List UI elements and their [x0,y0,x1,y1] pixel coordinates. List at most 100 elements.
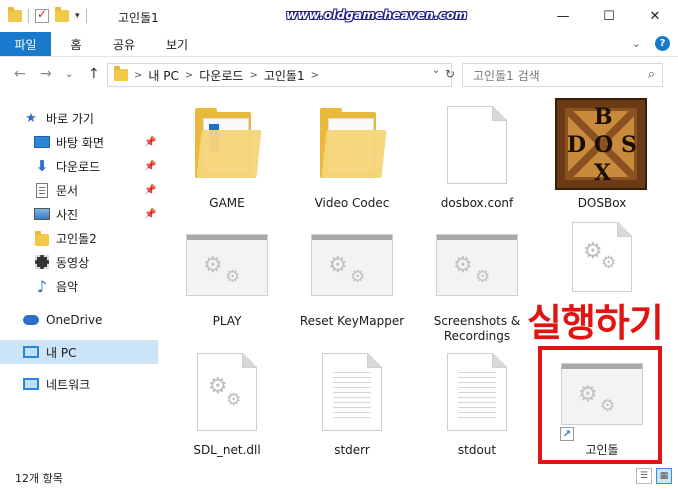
file-item-reset-keymapper[interactable]: ⚙ ⚙ Reset KeyMapper [290,226,414,344]
sidebar-item-my-pc[interactable]: 내 PC [0,340,158,364]
folder-icon [195,108,262,178]
pin-icon[interactable]: 📌 [144,209,156,220]
sidebar-item-label: 문서 [56,183,79,198]
pin-icon[interactable]: 📌 [144,137,156,148]
sidebar-item-goindol2[interactable]: 고인돌2 [0,226,158,250]
maximize-button[interactable]: ☐ [586,0,632,32]
file-name: GAME [209,196,245,210]
pc-icon [23,345,39,359]
application-icon: ⚙ ⚙ [186,234,268,296]
new-folder-icon[interactable] [55,7,69,22]
file-icon [447,106,507,184]
file-item-dosbox[interactable]: B D O S X DOSBox [540,96,664,214]
toolbar-divider [28,9,29,23]
dosbox-icon: B D O S X [555,98,647,190]
sidebar-item-label: 고인돌2 [56,231,97,246]
folder-icon: ⚙ [320,108,387,178]
breadcrumb-downloads[interactable]: 다운로드 [199,67,243,84]
help-icon[interactable]: ? [655,36,670,51]
star-icon: ★ [25,110,37,126]
tab-home[interactable]: 홈 [61,32,91,56]
ribbon-tabs: 파일 홈 공유 보기 ⌄ ? [0,32,678,57]
sidebar-item-label: 다운로드 [56,159,101,174]
file-name: Video Codec [314,196,390,210]
quick-access-toolbar: ▾ [8,6,87,26]
item-count: 12개 항목 [15,472,63,485]
video-icon [34,255,50,269]
sidebar-item-desktop[interactable]: 바탕 화면 📌 [0,130,158,154]
tab-view[interactable]: 보기 [157,32,197,56]
folder-icon [8,7,22,22]
sidebar-item-pictures[interactable]: 사진 📌 [0,202,158,226]
window-title: 고인돌1 [118,11,159,25]
text-file-icon [322,353,382,431]
application-icon: ⚙ ⚙ [311,234,393,296]
large-icons-view-button[interactable]: ▦ [656,468,672,484]
toolbar-divider [85,9,87,23]
file-name: Reset KeyMapper [299,314,405,328]
file-name: PLAY [212,314,242,328]
file-item-sdl-net[interactable]: ⚙ ⚙ SDL_net.dll [165,351,289,461]
folder-icon [34,231,50,247]
sidebar-item-label: 네트워크 [46,377,91,392]
back-button[interactable]: ← [14,66,26,82]
search-input[interactable]: 고인돌1 검색 ⌕ [462,63,663,87]
breadcrumb-separator[interactable]: > [134,70,142,81]
up-button[interactable]: ↑ [88,66,100,82]
minimize-button[interactable]: — [540,0,586,32]
text-file-icon [447,353,507,431]
breadcrumb-separator[interactable]: > [185,70,193,81]
breadcrumb-separator[interactable]: > [249,70,257,81]
file-item-dosbox-conf[interactable]: dosbox.conf [415,96,539,214]
file-name: stdout [457,443,497,457]
navigation-pane: ★ 바로 가기 바탕 화면 📌 ⬇ 다운로드 📌 문서 📌 사진 📌 고인돌2 … [0,100,160,462]
download-icon: ⬇ [35,157,49,175]
sidebar-item-onedrive[interactable]: OneDrive [0,308,158,332]
sidebar-item-label: 바로 가기 [46,111,94,126]
sidebar-item-label: 사진 [56,207,79,222]
title-bar: ▾ 고인돌1 www.oldgameheaven.com — ☐ ✕ [0,0,678,32]
refresh-icon[interactable]: ↻ [445,67,455,81]
breadcrumb-separator[interactable]: > [311,70,319,81]
customize-toolbar-dropdown[interactable]: ▾ [75,11,80,21]
pin-icon[interactable]: 📌 [144,185,156,196]
navigation-bar: ← → ⌄ ↑ > 내 PC > 다운로드 > 고인돌1 > ⌄ ↻ 고인돌1 … [0,58,678,92]
sidebar-item-label: 동영상 [56,255,90,270]
properties-icon[interactable] [35,7,49,23]
watermark: www.oldgameheaven.com [286,8,468,22]
highlight-box [538,346,662,464]
dll-file-icon: ⚙ ⚙ [197,353,257,431]
sidebar-item-downloads[interactable]: ⬇ 다운로드 📌 [0,154,158,178]
pin-icon[interactable]: 📌 [144,161,156,172]
sidebar-item-network[interactable]: 네트워크 [0,372,158,396]
search-icon[interactable]: ⌕ [648,67,655,82]
file-item-stdout[interactable]: stdout [415,351,539,461]
file-item-screenshots[interactable]: ⚙ ⚙ Screenshots & Recordings [415,226,539,344]
search-placeholder: 고인돌1 검색 [473,68,540,83]
recent-locations-dropdown[interactable]: ⌄ [65,69,73,80]
details-view-button[interactable]: ☰ [636,468,652,484]
sidebar-item-label: 바탕 화면 [56,135,104,150]
file-item-stderr[interactable]: stderr [290,351,414,461]
callout-label: 실행하기 [527,301,664,345]
sidebar-item-documents[interactable]: 문서 📌 [0,178,158,202]
file-name: DOSBox [577,196,627,210]
tab-share[interactable]: 공유 [104,32,144,56]
ribbon-expand-icon[interactable]: ⌄ [632,37,641,50]
folder-icon [114,66,128,81]
file-item-play[interactable]: ⚙ ⚙ PLAY [165,226,289,344]
address-bar[interactable]: > 내 PC > 다운로드 > 고인돌1 > [107,63,452,87]
file-item-game[interactable]: GAME [165,96,289,214]
breadcrumb-goindol1[interactable]: 고인돌1 [264,67,305,84]
file-name: Screenshots & Recordings [433,314,521,343]
tab-file[interactable]: 파일 [0,32,51,56]
address-dropdown[interactable]: ⌄ [432,65,440,76]
file-item-video-codec[interactable]: ⚙ Video Codec [290,96,414,214]
sidebar-item-videos[interactable]: 동영상 [0,250,158,274]
sidebar-item-quick-access[interactable]: ★ 바로 가기 [0,106,158,130]
close-button[interactable]: ✕ [632,0,678,32]
breadcrumb-my-pc[interactable]: 내 PC [148,67,178,84]
forward-button[interactable]: → [40,66,52,82]
sidebar-item-music[interactable]: ♪ 음악 [0,274,158,298]
file-icon: ⚙ ⚙ [572,222,632,292]
